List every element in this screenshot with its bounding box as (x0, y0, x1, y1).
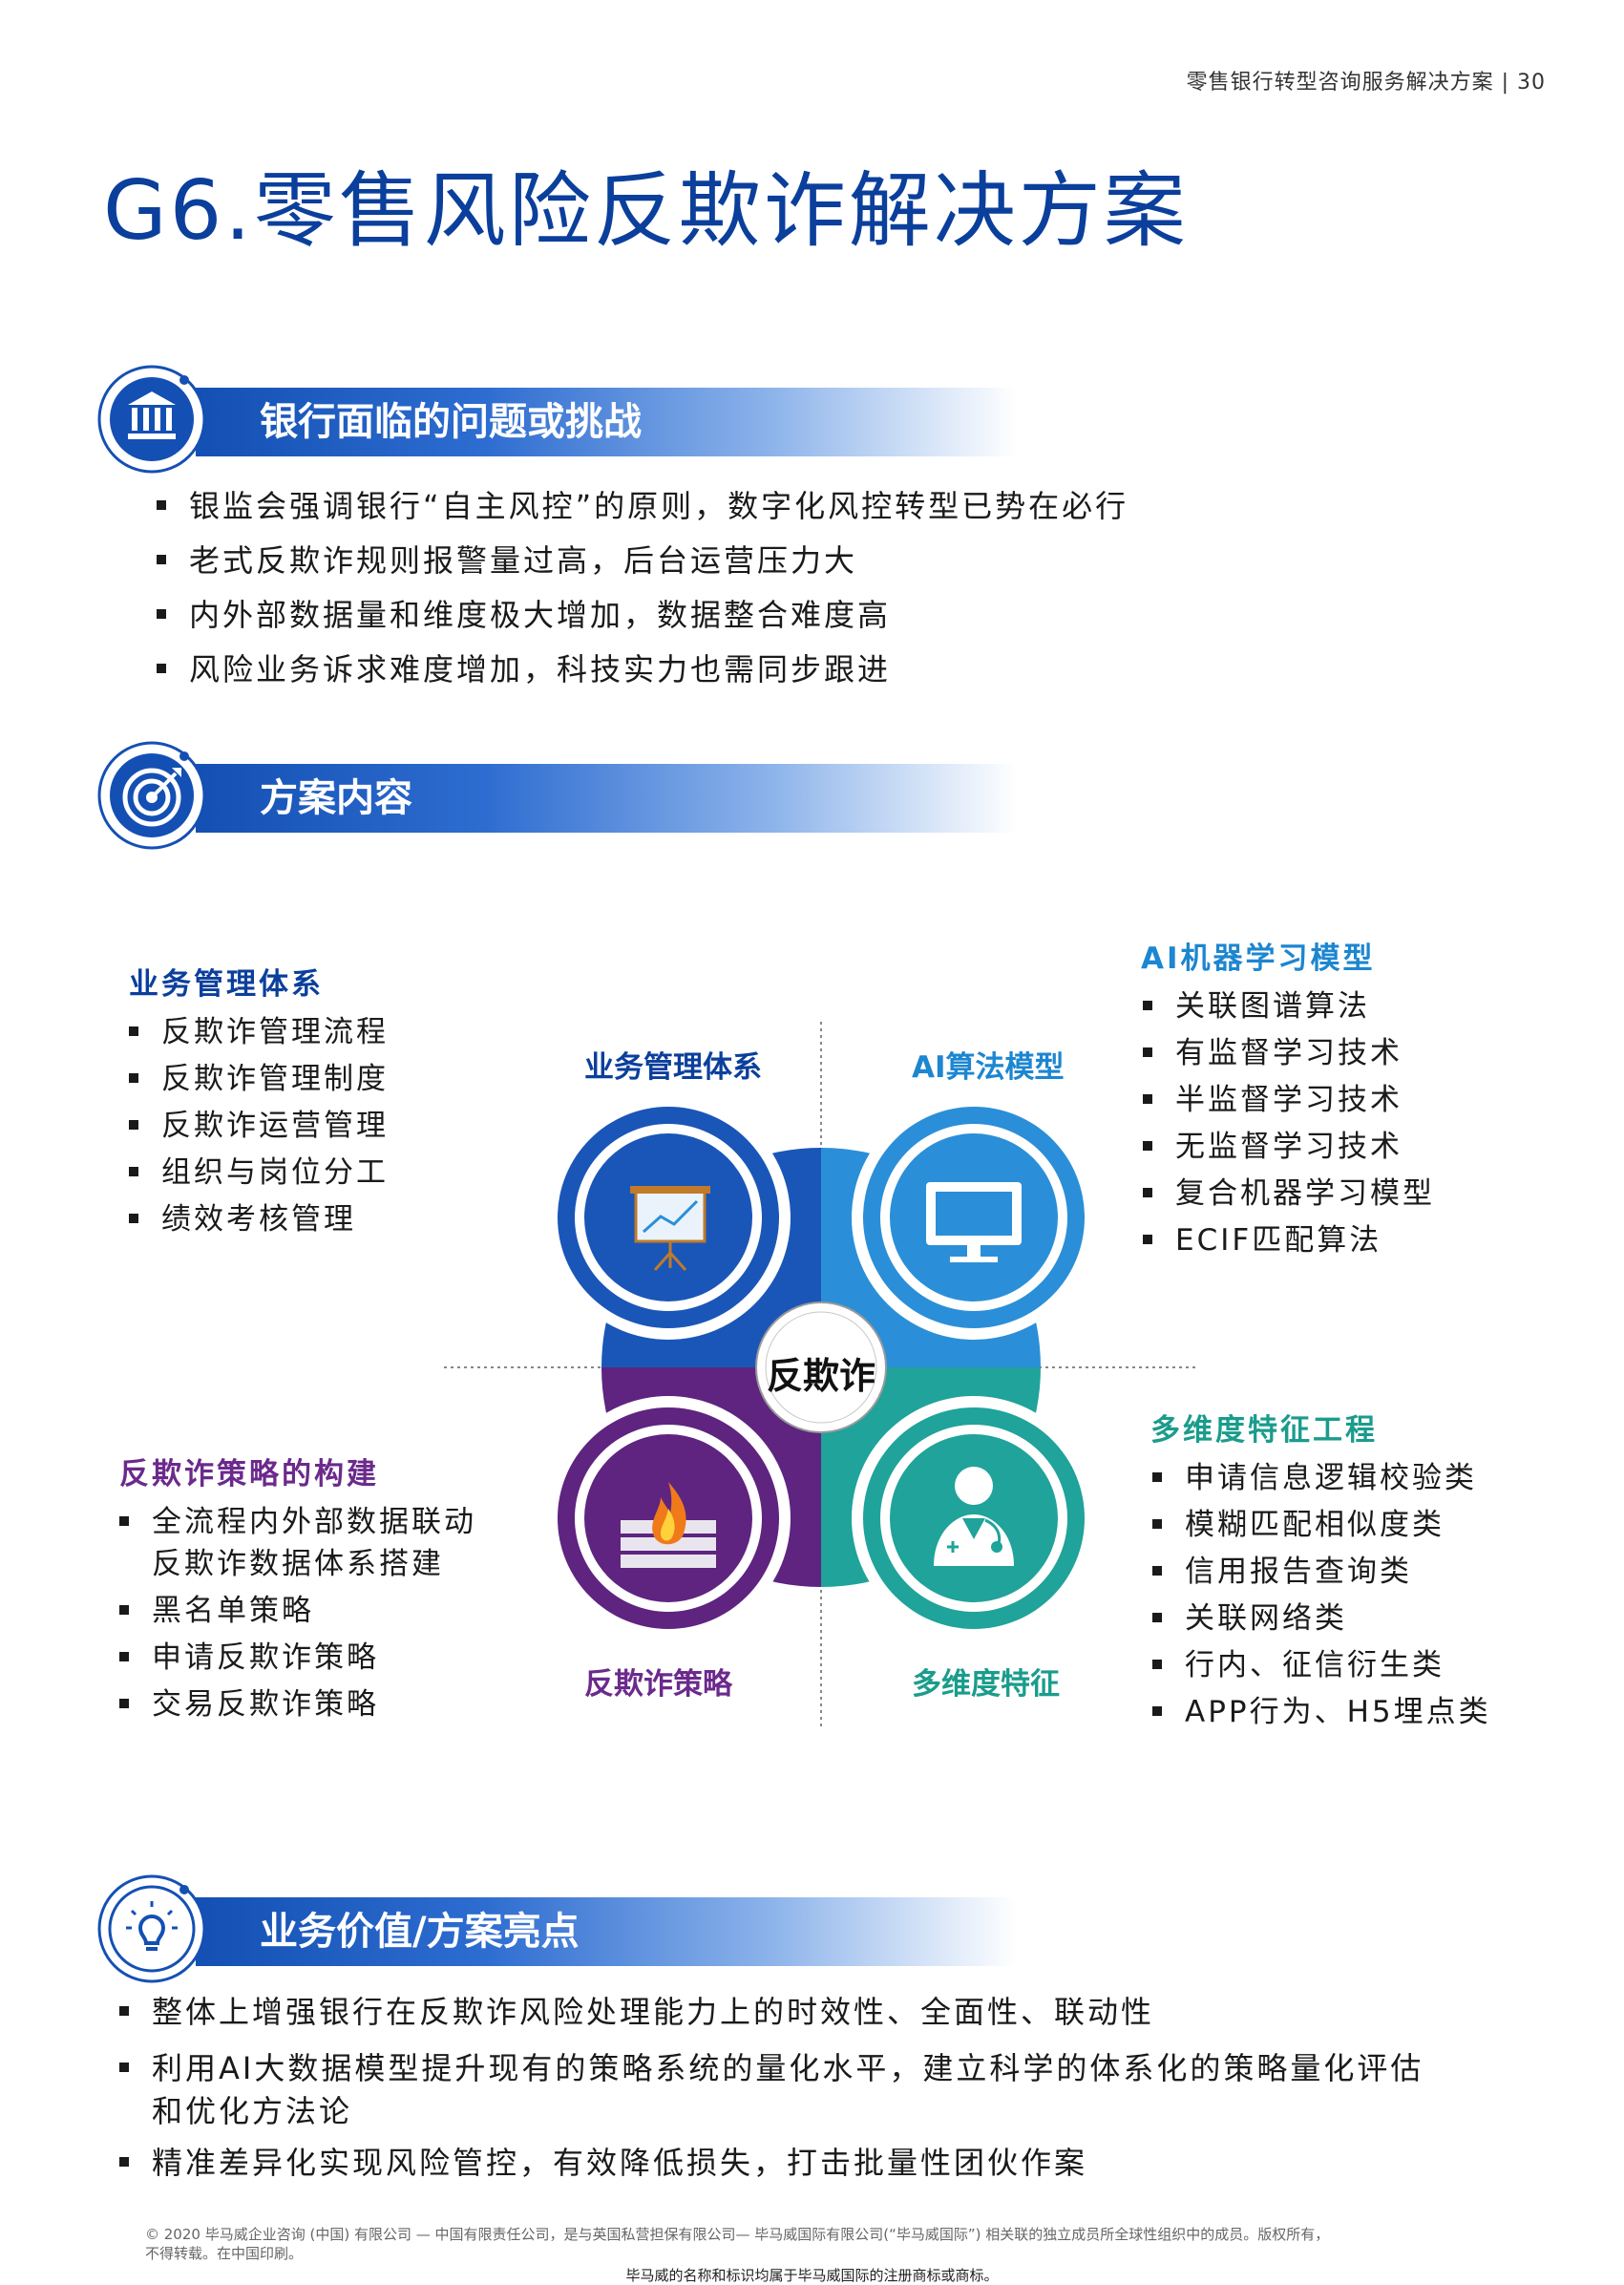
target-icon (97, 741, 206, 850)
list-item: 风险业务诉求难度增加，科技实力也需同步跟进 (157, 645, 891, 689)
list-item: 行内、征信衍生类 (1152, 1640, 1445, 1683)
list-item: ECIF匹配算法 (1143, 1216, 1381, 1259)
quadrant-label-business: 业务管理体系 (584, 1050, 762, 1085)
page-number: 30 (1517, 71, 1546, 95)
lightbulb-icon (97, 1874, 206, 1983)
list-item: 反欺诈管理流程 (129, 1007, 389, 1050)
list-item: 模糊匹配相似度类 (1152, 1500, 1445, 1543)
page-title: G6.零售风险反欺诈解决方案 (103, 163, 1189, 259)
footer-copyright: © 2020 毕马威企业咨询 (中国) 有限公司 — 中国有限责任公司，是与英国… (145, 2226, 1330, 2262)
list-item: 半监督学习技术 (1143, 1075, 1403, 1118)
footer-trademark: 毕马威的名称和标识均属于毕马威国际的注册商标或商标。 (625, 2267, 999, 2284)
list-item: 银监会强调银行“自主风控”的原则，数字化风控转型已势在必行 (157, 482, 1128, 526)
list-item: 反欺诈数据体系搭建 (152, 1547, 444, 1581)
list-item: 复合机器学习模型 (1143, 1169, 1435, 1212)
quadrant-label-ai: AI算法模型 (912, 1050, 1065, 1085)
list-item: 精准差异化实现风险管控，有效降低损失，打击批量性团伙作案 (119, 2139, 1087, 2183)
list-item: 交易反欺诈策略 (119, 1680, 379, 1723)
list-item: 黑名单策略 (119, 1586, 314, 1629)
running-header-text: 零售银行转型咨询服务解决方案 (1186, 71, 1494, 95)
list-item: 有监督学习技术 (1143, 1028, 1403, 1071)
group-title-ai: AI机器学习模型 (1141, 942, 1376, 976)
section-title-value: 业务价值/方案亮点 (260, 1910, 580, 1954)
list-item: 利用AI大数据模型提升现有的策略系统的量化水平，建立科学的体系化的策略量化评估 (119, 2044, 1424, 2088)
center-label: 反欺诈 (766, 1355, 875, 1397)
list-item: 反欺诈运营管理 (129, 1101, 389, 1144)
group-title-business: 业务管理体系 (129, 967, 324, 1002)
group-title-features: 多维度特征工程 (1150, 1413, 1378, 1448)
quadrant-label-strategy: 反欺诈策略 (584, 1667, 732, 1702)
list-item: 关联图谱算法 (1143, 982, 1370, 1025)
list-item: 反欺诈管理制度 (129, 1054, 389, 1097)
list-item: 无监督学习技术 (1143, 1122, 1403, 1165)
list-item: 内外部数据量和维度极大增加，数据整合难度高 (157, 591, 891, 635)
list-item: 申请反欺诈策略 (119, 1633, 379, 1676)
list-item: 申请信息逻辑校验类 (1152, 1453, 1477, 1496)
list-item: APP行为、H5埋点类 (1152, 1687, 1491, 1730)
list-item: 组织与岗位分工 (129, 1148, 389, 1191)
running-header: 零售银行转型咨询服务解决方案 | 30 (1186, 71, 1546, 95)
quadrant-label-features: 多维度特征 (912, 1667, 1060, 1702)
group-title-strategy: 反欺诈策略的构建 (119, 1457, 379, 1492)
list-item: 老式反欺诈规则报警量过高，后台运营压力大 (157, 537, 857, 581)
section-title-challenges: 银行面临的问题或挑战 (260, 400, 642, 444)
bank-icon (97, 365, 206, 474)
list-item: 关联网络类 (1152, 1594, 1347, 1637)
section-title-solution: 方案内容 (260, 776, 412, 820)
list-item: 信用报告查询类 (1152, 1547, 1412, 1590)
list-item: 全流程内外部数据联动 (119, 1497, 476, 1540)
list-item: 和优化方法论 (152, 2093, 353, 2129)
list-item: 整体上增强银行在反欺诈风险处理能力上的时效性、全面性、联动性 (119, 1988, 1154, 2032)
list-item: 绩效考核管理 (129, 1195, 356, 1238)
